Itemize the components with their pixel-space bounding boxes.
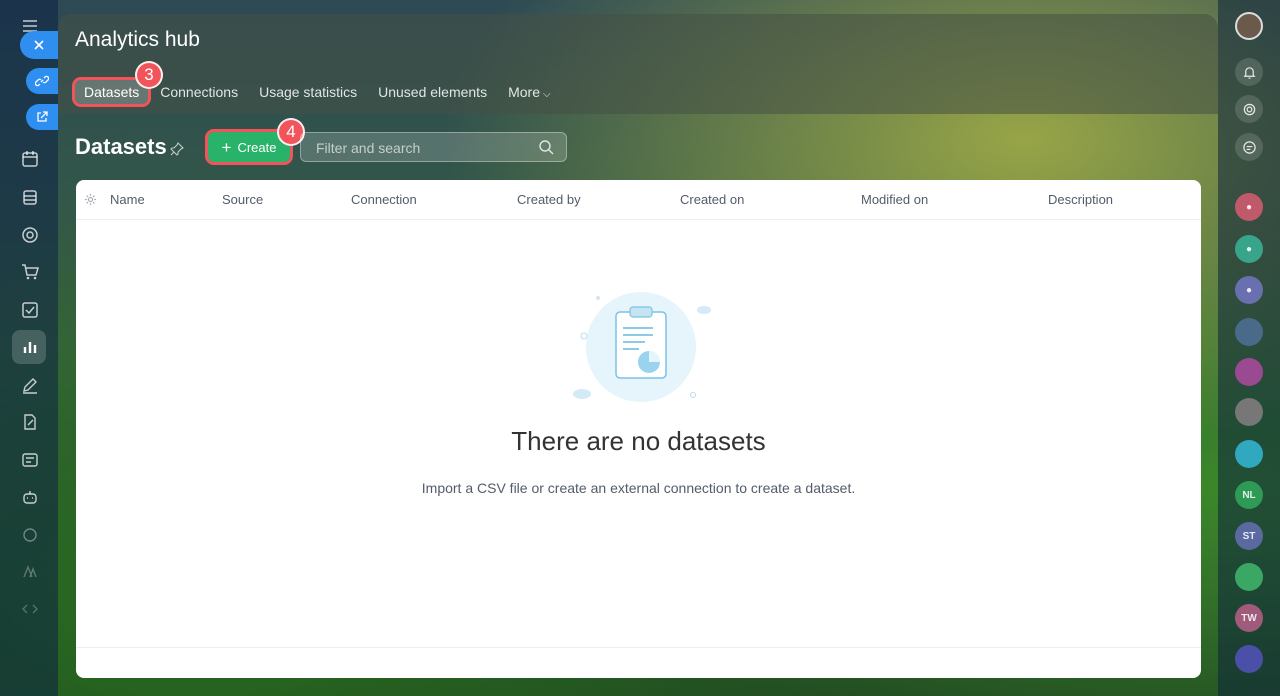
checkbox-icon[interactable] (18, 298, 42, 322)
copilot-icon[interactable] (1235, 95, 1263, 123)
pin-icon[interactable] (170, 142, 184, 161)
table-header: Name Source Connection Created by Create… (76, 180, 1201, 220)
table-footer (76, 647, 1201, 648)
tab-more[interactable]: More ⌵ (508, 84, 551, 100)
chat-avatar[interactable] (1235, 440, 1263, 468)
user-avatar[interactable] (1235, 12, 1263, 40)
robot-icon[interactable] (18, 485, 42, 509)
header: Analytics hub Datasets Connections Usage… (58, 14, 1218, 114)
page-title: Datasets (75, 134, 167, 159)
pen-icon[interactable] (18, 373, 42, 397)
datasets-table: Name Source Connection Created by Create… (76, 180, 1201, 678)
main-panel: Analytics hub Datasets Connections Usage… (58, 14, 1218, 696)
chat-avatar-st[interactable]: ST (1235, 522, 1263, 550)
cart-icon[interactable] (18, 260, 42, 284)
step-badge-3: 3 (135, 61, 163, 89)
tab-unused-elements[interactable]: Unused elements (378, 84, 487, 100)
link-icon[interactable] (26, 68, 58, 94)
tab-connections[interactable]: Connections (160, 84, 238, 100)
calendar-icon[interactable] (18, 147, 42, 171)
column-modified-on[interactable]: Modified on (861, 192, 928, 207)
card-icon[interactable] (18, 448, 42, 472)
search-input[interactable]: Filter and search (300, 132, 567, 162)
chat-icon[interactable] (1235, 133, 1263, 161)
edit-doc-icon[interactable] (18, 410, 42, 434)
gear-icon[interactable] (84, 193, 97, 211)
apps-icon[interactable] (18, 560, 42, 584)
create-button-label: Create (237, 139, 277, 155)
chat-avatar-tw[interactable]: TW (1235, 604, 1263, 632)
empty-state-description: Import a CSV file or create an external … (421, 480, 856, 496)
chat-avatar[interactable] (1235, 358, 1263, 386)
tab-usage-statistics[interactable]: Usage statistics (259, 84, 357, 100)
empty-state-title: There are no datasets (511, 426, 766, 456)
chevron-down-icon: ⌵ (542, 89, 551, 100)
target-icon[interactable] (18, 223, 42, 247)
plus-icon: + (221, 137, 232, 157)
chat-avatar[interactable] (1235, 563, 1263, 591)
chat-avatar[interactable] (1235, 398, 1263, 426)
search-placeholder: Filter and search (316, 140, 421, 156)
chat-avatar[interactable]: ● (1235, 235, 1263, 263)
chat-avatar[interactable]: ● (1235, 193, 1263, 221)
column-connection[interactable]: Connection (351, 192, 417, 207)
external-link-icon[interactable] (26, 104, 58, 130)
right-sidebar: ● ● ● NL ST TW (1218, 0, 1280, 696)
app-title: Analytics hub (75, 28, 200, 51)
search-icon[interactable] (538, 139, 554, 160)
chat-avatar-nl[interactable]: NL (1235, 481, 1263, 509)
close-icon[interactable] (20, 31, 58, 59)
column-name[interactable]: Name (110, 192, 145, 207)
column-created-by[interactable]: Created by (517, 192, 581, 207)
bell-icon[interactable] (1235, 58, 1263, 86)
left-sidebar (0, 0, 58, 696)
chart-icon[interactable] (18, 335, 42, 359)
column-description[interactable]: Description (1048, 192, 1113, 207)
code-icon[interactable] (18, 597, 42, 621)
tab-more-label: More (508, 84, 540, 100)
column-created-on[interactable]: Created on (680, 192, 744, 207)
column-source[interactable]: Source (222, 192, 263, 207)
settings-icon[interactable] (18, 523, 42, 547)
empty-clipboard-illustration (573, 292, 711, 402)
chat-avatar[interactable]: ● (1235, 276, 1263, 304)
chat-avatar[interactable] (1235, 318, 1263, 346)
chat-avatar[interactable] (1235, 645, 1263, 673)
database-icon[interactable] (18, 185, 42, 209)
